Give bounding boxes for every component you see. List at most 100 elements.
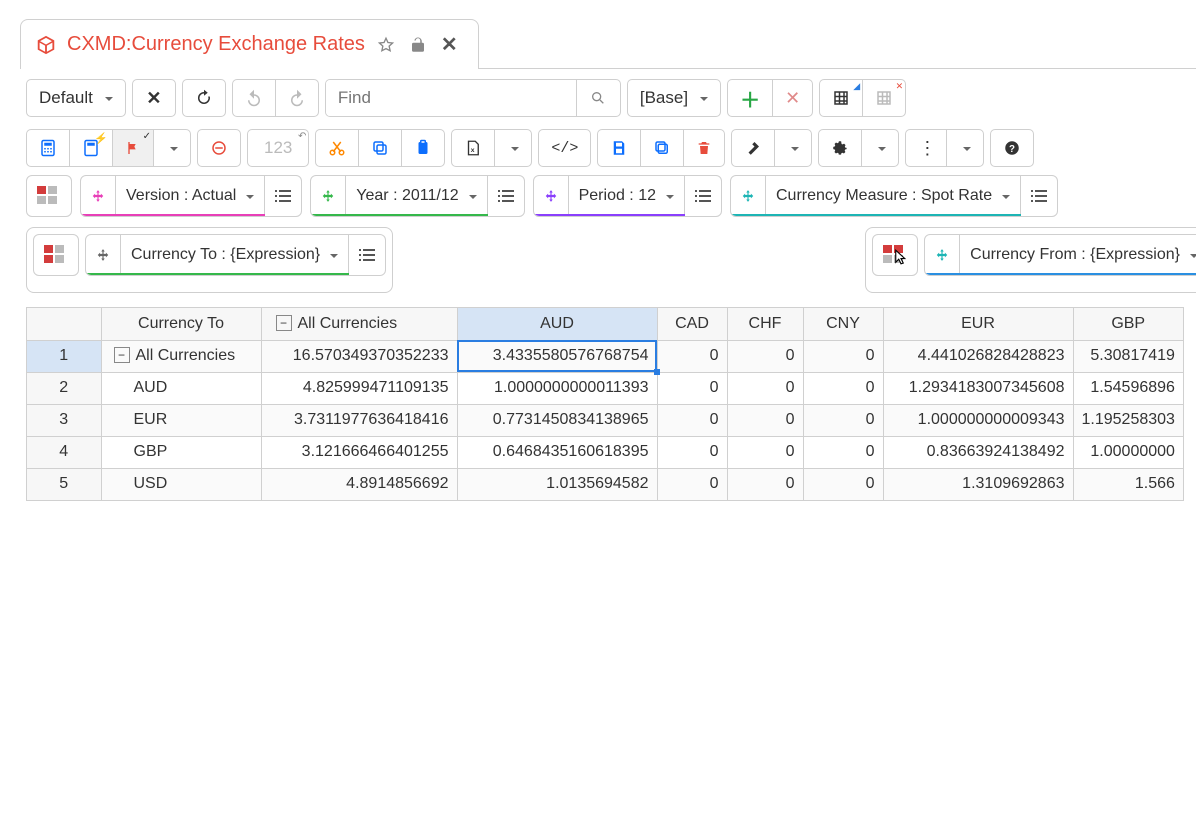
page-dim-list-icon[interactable] (265, 176, 301, 216)
col-header-cny[interactable]: CNY (803, 308, 883, 340)
cell[interactable]: 3.121666466401255 (261, 436, 457, 468)
page-dim-list-icon[interactable] (488, 176, 524, 216)
redo-button[interactable] (276, 80, 318, 116)
cell[interactable]: 3.7311977636418416 (261, 404, 457, 436)
move-icon[interactable] (534, 176, 569, 216)
cell[interactable]: 0 (727, 404, 803, 436)
cell[interactable]: 1.195258303 (1073, 404, 1183, 436)
cell[interactable]: 1.0000000000011393 (457, 372, 657, 404)
move-icon[interactable] (925, 235, 960, 275)
cell[interactable]: 4.825999471109135 (261, 372, 457, 404)
row-number[interactable]: 5 (27, 468, 101, 500)
cell[interactable]: 0 (657, 340, 727, 372)
cell[interactable]: 1.54596896 (1073, 372, 1183, 404)
row-dim-header[interactable]: Currency To (101, 308, 261, 340)
row-number[interactable]: 3 (27, 404, 101, 436)
gear-icon[interactable] (819, 130, 862, 166)
cell[interactable]: 0.83663924138492 (883, 436, 1073, 468)
cell[interactable]: 0 (727, 436, 803, 468)
duplicate-icon[interactable] (641, 130, 684, 166)
row-number[interactable]: 1 (27, 340, 101, 372)
col-header-all[interactable]: −All Currencies (261, 308, 457, 340)
collapse-icon[interactable]: − (114, 347, 130, 363)
cell[interactable]: 0.7731450834138965 (457, 404, 657, 436)
cell[interactable]: 1.00000000 (1073, 436, 1183, 468)
code-icon[interactable]: </> (538, 129, 591, 167)
base-selector[interactable]: [Base] (627, 79, 721, 117)
clear-button[interactable]: ✕ (132, 79, 176, 117)
brush-icon[interactable] (732, 130, 775, 166)
flag-icon[interactable]: ✓ (113, 130, 154, 166)
find-input[interactable] (326, 80, 576, 116)
no-entry-icon[interactable] (197, 129, 241, 167)
row-label[interactable]: −All Currencies (101, 340, 261, 372)
grid-off-button[interactable]: ✕ (863, 80, 905, 116)
cell[interactable]: 1.3109692863 (883, 468, 1073, 500)
refresh-button[interactable] (182, 79, 226, 117)
row-dim-list-icon[interactable] (349, 235, 385, 275)
move-icon[interactable] (731, 176, 766, 216)
data-grid[interactable]: Currency To−All CurrenciesAUDCADCHFCNYEU… (26, 307, 1184, 501)
page-dim-selector[interactable]: Currency Measure : Spot Rate (766, 176, 1021, 216)
delete-icon[interactable] (684, 130, 724, 166)
page-dim-list-icon[interactable] (685, 176, 721, 216)
col-header-aud[interactable]: AUD (457, 308, 657, 340)
cell[interactable]: 1.2934183007345608 (883, 372, 1073, 404)
paste-icon[interactable] (402, 130, 444, 166)
col-dim-selector[interactable]: Currency From : {Expression} (960, 235, 1196, 275)
page-dim-selector[interactable]: Period : 12 (569, 176, 685, 216)
save-icon[interactable] (598, 130, 641, 166)
col-header-eur[interactable]: EUR (883, 308, 1073, 340)
cell[interactable]: 1.000000000009343 (883, 404, 1073, 436)
row-label[interactable]: USD (101, 468, 261, 500)
cell[interactable]: 4.441026828428823 (883, 340, 1073, 372)
cell[interactable]: 1.566 (1073, 468, 1183, 500)
excel-export-icon[interactable]: x (452, 130, 495, 166)
cut-icon[interactable] (316, 130, 359, 166)
search-button[interactable] (576, 80, 620, 116)
cell[interactable]: 0 (727, 372, 803, 404)
star-icon[interactable] (375, 34, 397, 56)
add-button[interactable]: ＋ (728, 80, 773, 116)
document-tab[interactable]: CXMD:Currency Exchange Rates ✕ (20, 19, 479, 69)
cell[interactable]: 0 (657, 372, 727, 404)
undo-button[interactable] (233, 80, 276, 116)
help-icon[interactable]: ? (990, 129, 1034, 167)
calculator-bolt-icon[interactable]: ⚡ (70, 130, 113, 166)
flag-dropdown[interactable] (154, 130, 190, 166)
col-header-cad[interactable]: CAD (657, 308, 727, 340)
grid-on-button[interactable]: ◢ (820, 80, 863, 116)
remove-button[interactable]: ✕ (773, 80, 812, 116)
cell[interactable]: 0 (803, 468, 883, 500)
cell[interactable]: 3.4335580576768754 (457, 340, 657, 372)
cell[interactable]: 0 (657, 404, 727, 436)
page-dim-selector[interactable]: Version : Actual (116, 176, 265, 216)
axis-icon-page[interactable] (26, 175, 72, 217)
row-label[interactable]: EUR (101, 404, 261, 436)
page-dim-list-icon[interactable] (1021, 176, 1057, 216)
move-icon[interactable] (311, 176, 346, 216)
cell[interactable]: 1.0135694582 (457, 468, 657, 500)
row-label[interactable]: AUD (101, 372, 261, 404)
unlock-icon[interactable] (407, 34, 429, 56)
number-input-button[interactable]: 123 ↶ (247, 129, 309, 167)
col-header-gbp[interactable]: GBP (1073, 308, 1183, 340)
cell[interactable]: 0 (803, 340, 883, 372)
cell[interactable]: 0 (657, 468, 727, 500)
cell[interactable]: 0 (657, 436, 727, 468)
more-dropdown[interactable] (947, 130, 983, 166)
cell[interactable]: 5.30817419 (1073, 340, 1183, 372)
page-dim-selector[interactable]: Year : 2011/12 (346, 176, 487, 216)
copy-icon[interactable] (359, 130, 402, 166)
corner-cell[interactable] (27, 308, 101, 340)
cell[interactable]: 0 (803, 436, 883, 468)
move-icon[interactable] (86, 235, 121, 275)
view-selector[interactable]: Default (26, 79, 126, 117)
cell[interactable]: 0 (727, 468, 803, 500)
calculator-icon[interactable] (27, 130, 70, 166)
row-number[interactable]: 4 (27, 436, 101, 468)
more-icon[interactable]: ⋮ (906, 130, 947, 166)
row-dim-selector[interactable]: Currency To : {Expression} (121, 235, 349, 275)
axis-icon-cols[interactable] (873, 235, 917, 275)
move-icon[interactable] (81, 176, 116, 216)
